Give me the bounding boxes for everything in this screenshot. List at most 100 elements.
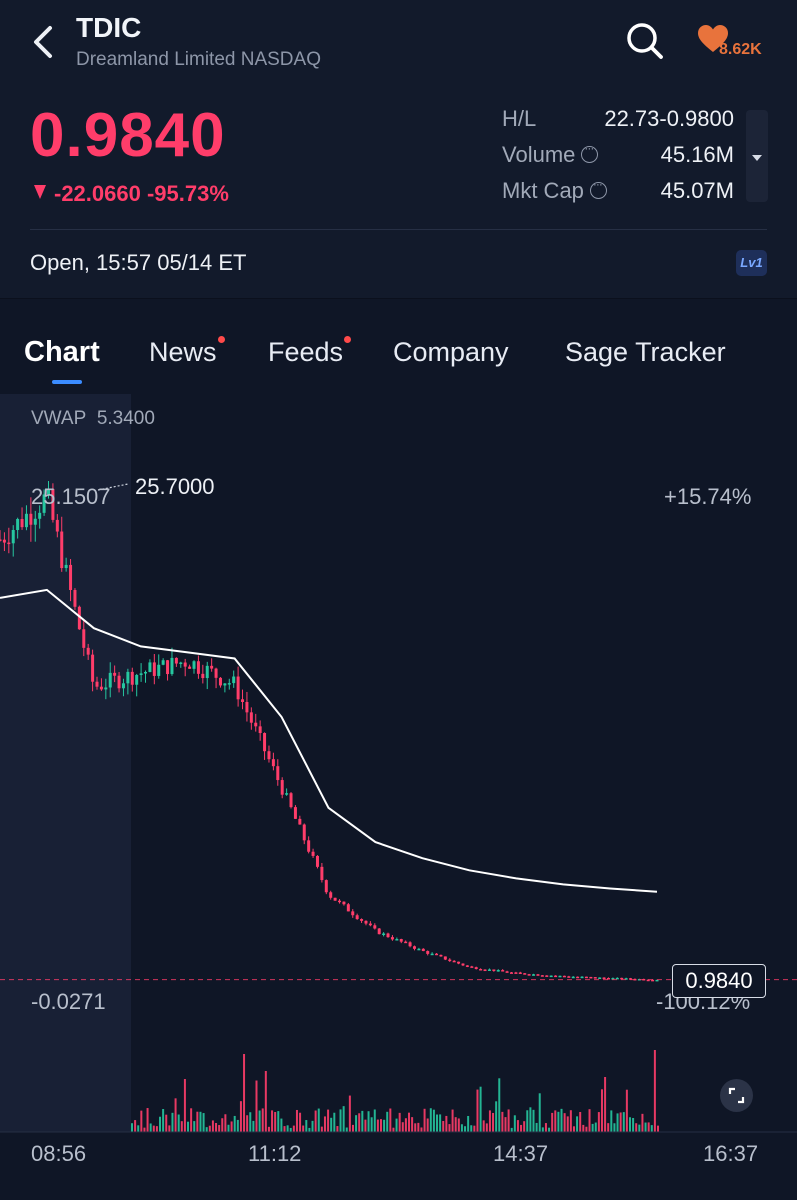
volume-bar [429, 1108, 432, 1132]
volume-bar [330, 1117, 333, 1132]
fullscreen-button[interactable] [720, 1079, 753, 1112]
y-axis-high-pct: +15.74% [664, 484, 752, 509]
candle [408, 942, 412, 947]
candle [584, 976, 588, 979]
volume-bar [473, 1125, 476, 1132]
quote-header: TDIC Dreamland Limited NASDAQ 8.62K 0.98… [0, 0, 797, 300]
candle [523, 973, 527, 975]
watchlist-button[interactable]: 8.62K [697, 22, 777, 64]
volume-bar [149, 1123, 152, 1132]
tab-news[interactable]: News [149, 336, 225, 368]
volume-bar [358, 1113, 361, 1132]
volume-bar [246, 1115, 249, 1132]
volume-bar [523, 1121, 526, 1132]
volume-bar [451, 1109, 454, 1132]
more-info-icon[interactable] [589, 177, 607, 199]
active-tab-indicator [52, 380, 82, 384]
volume-bar [594, 1122, 597, 1132]
volume-bar [622, 1112, 625, 1132]
volume-bar [411, 1117, 414, 1132]
level-badge[interactable]: Lv1 [736, 250, 767, 276]
volume-bar [199, 1111, 202, 1132]
volume-bar [277, 1111, 280, 1132]
stat-label: H/L [502, 106, 537, 131]
candle [218, 677, 222, 686]
volume-bar [323, 1116, 326, 1132]
volume-bar [507, 1109, 510, 1132]
candle [311, 851, 315, 856]
candle [24, 513, 28, 528]
volume-bar [613, 1123, 616, 1132]
volume-bar [464, 1126, 467, 1132]
volume-bar [274, 1112, 277, 1132]
volume-bar [208, 1125, 211, 1132]
candle [192, 661, 196, 669]
more-info-icon[interactable] [581, 141, 599, 163]
volume-bar [504, 1117, 507, 1132]
volume-bar [193, 1121, 196, 1132]
candle [382, 933, 386, 935]
volume-bar [638, 1124, 641, 1132]
volume-bar [336, 1126, 339, 1132]
y-axis-high: 25.1507 [31, 484, 111, 509]
volume-bar [479, 1086, 482, 1132]
volume-bar [538, 1093, 541, 1132]
volume-bar [389, 1108, 392, 1132]
vwap-label: VWAP [31, 408, 87, 429]
candle [267, 751, 271, 760]
volume-bar [448, 1124, 451, 1132]
volume-bar [641, 1113, 644, 1132]
volume-bar [218, 1125, 221, 1132]
candle [7, 542, 11, 545]
volume-bar [258, 1110, 261, 1132]
candle [342, 901, 346, 905]
market-session: Open, 15:57 05/14 ET [30, 250, 247, 275]
candle [395, 939, 399, 941]
volume-bar [588, 1109, 591, 1132]
candle [293, 807, 297, 819]
candle [492, 969, 496, 971]
candle [333, 897, 337, 901]
volume-bar [183, 1079, 186, 1132]
volume-bar [361, 1110, 364, 1132]
volume-bar [426, 1118, 429, 1132]
volume-bar [327, 1109, 330, 1132]
candle [95, 681, 99, 687]
volume-bar [610, 1110, 613, 1132]
volume-bar [351, 1124, 354, 1132]
candle [483, 969, 487, 972]
volume-bar [417, 1122, 420, 1132]
volume-bar [180, 1121, 183, 1132]
candle [210, 665, 214, 669]
candle [302, 824, 306, 841]
peak-price-label: 25.7000 [135, 474, 215, 499]
volume-bar [398, 1112, 401, 1132]
volume-bar [348, 1095, 351, 1132]
back-arrow-icon[interactable] [28, 22, 60, 62]
tab-feeds[interactable]: Feeds [268, 336, 352, 368]
candle [527, 974, 531, 976]
search-icon[interactable] [624, 20, 666, 62]
tab-company[interactable]: Company [393, 337, 509, 368]
divider [30, 229, 767, 230]
tab-label: News [149, 337, 217, 367]
volume-bar [289, 1127, 292, 1132]
candle [11, 530, 15, 544]
volume-bar [373, 1109, 376, 1132]
tab-sage-tracker[interactable]: Sage Tracker [565, 337, 726, 368]
candle [64, 564, 68, 569]
candle [196, 661, 200, 674]
volume-bar [168, 1125, 171, 1132]
ticker-symbol: TDIC [76, 12, 142, 43]
volume-bar [476, 1089, 479, 1132]
candle [249, 712, 253, 723]
volume-bar [600, 1089, 603, 1132]
stat-value: 22.73-0.9800 [604, 106, 734, 131]
tab-chart[interactable]: Chart [24, 336, 100, 369]
volume-bar [137, 1125, 140, 1132]
volume-bar [249, 1112, 252, 1132]
stats-expand-button[interactable] [746, 110, 768, 202]
candle [108, 672, 112, 688]
candle [223, 683, 227, 686]
last-price-tag: 0.9840 [672, 964, 766, 998]
